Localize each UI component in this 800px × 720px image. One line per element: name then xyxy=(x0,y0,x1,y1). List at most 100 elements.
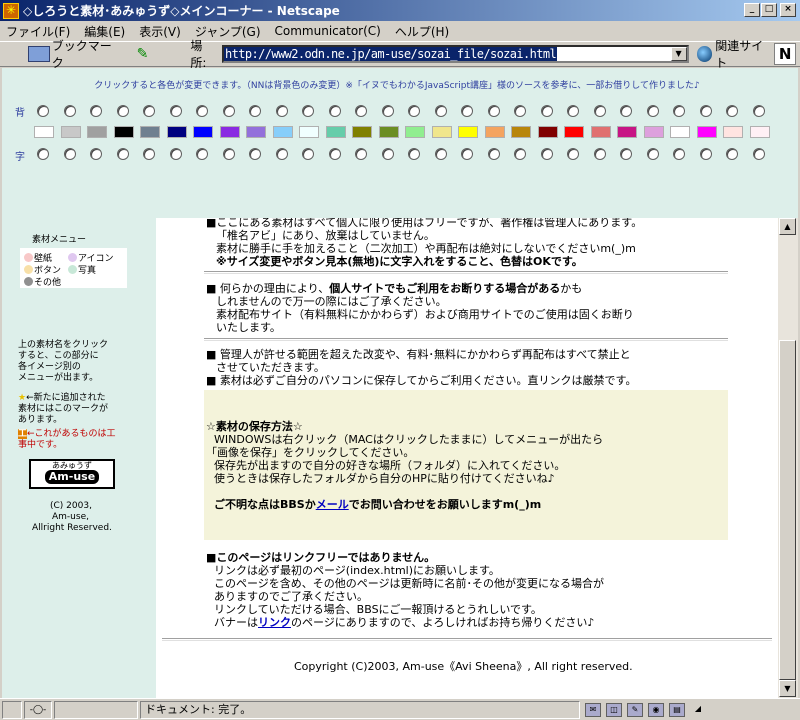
logo-small-text: あみゅうず xyxy=(52,461,92,470)
text-color-radio[interactable] xyxy=(169,148,182,160)
bg-color-radio[interactable] xyxy=(37,105,49,117)
text-color-radio[interactable] xyxy=(726,148,738,160)
bg-color-radio[interactable] xyxy=(90,105,102,117)
online-plug-icon[interactable]: -◯- xyxy=(24,700,52,719)
picker-note: クリックすると各色が変更できます。（NNは背景色のみ変更）※「イヌでもわかるJa… xyxy=(94,81,700,91)
bg-color-radio[interactable] xyxy=(355,105,367,117)
text-color-radio[interactable] xyxy=(37,148,49,160)
bg-color-radio[interactable] xyxy=(434,105,447,117)
bookmark-icon[interactable] xyxy=(28,46,50,62)
menu-view[interactable]: 表示(V) xyxy=(139,23,181,40)
wip-line-1: 工←これがあるものは工 xyxy=(18,429,116,439)
bookmarks-button[interactable]: ブックマーク xyxy=(52,37,123,71)
vertical-scrollbar[interactable]: ▲ ▼ xyxy=(778,218,798,698)
text-color-radio[interactable] xyxy=(646,148,659,160)
text-color-radio[interactable] xyxy=(328,148,341,160)
save-line-1: WINDOWSは右クリック（MACはクリックしたままに）してメニューが出たら xyxy=(214,433,604,446)
navigator-tray-icon[interactable]: ◉ xyxy=(648,702,664,717)
related-sites-button[interactable]: 関連サイト xyxy=(715,37,774,71)
bg-color-radio[interactable] xyxy=(752,105,765,117)
text-color-radio[interactable] xyxy=(116,148,129,160)
bg-color-radio[interactable] xyxy=(222,105,235,117)
notes-tray-icon[interactable]: ▤ xyxy=(669,702,685,717)
bg-color-radio[interactable] xyxy=(275,105,288,117)
menu-communicator[interactable]: Communicator(C) xyxy=(275,24,381,38)
url-input[interactable]: http://www2.odn.ne.jp/am-use/sozai_file/… xyxy=(221,45,689,63)
security-lock-icon[interactable] xyxy=(2,700,22,719)
am-use-logo[interactable]: あみゅうず Am-use xyxy=(29,459,115,489)
bg-color-radio[interactable] xyxy=(540,105,553,117)
url-dropdown-button[interactable]: ▼ xyxy=(670,47,687,61)
bg-color-radio[interactable] xyxy=(461,105,473,117)
text-color-radio[interactable] xyxy=(673,148,685,160)
text-color-radio[interactable] xyxy=(461,148,473,160)
menu-item-other[interactable]: その他 xyxy=(24,275,61,288)
color-swatch xyxy=(696,126,717,138)
text-color-radio[interactable] xyxy=(63,148,76,160)
bg-color-radio[interactable] xyxy=(646,105,659,117)
bg-color-radio[interactable] xyxy=(249,105,261,117)
text-color-radio[interactable] xyxy=(514,148,526,160)
text-color-radio[interactable] xyxy=(540,148,553,160)
news-tray-icon[interactable]: ◫ xyxy=(606,702,622,717)
save-instructions-box: ☆素材の保存方法☆ WINDOWSは右クリック（MACはクリックしたままに）して… xyxy=(204,390,728,540)
bg-color-radio[interactable] xyxy=(63,105,76,117)
bg-color-radio[interactable] xyxy=(514,105,526,117)
bg-color-radio[interactable] xyxy=(143,105,155,117)
text-color-radio[interactable] xyxy=(620,148,632,160)
menu-help[interactable]: ヘルプ(H) xyxy=(395,23,449,40)
bg-color-radio[interactable] xyxy=(169,105,182,117)
bg-color-radio[interactable] xyxy=(593,105,606,117)
mail-link[interactable]: メール xyxy=(316,498,349,511)
minimize-button[interactable]: _ xyxy=(744,3,760,17)
scroll-down-button[interactable]: ▼ xyxy=(779,680,796,697)
text-color-radio[interactable] xyxy=(699,148,712,160)
copyright-line-3: Allright Reserved. xyxy=(32,523,112,533)
location-pin-icon[interactable]: ✎ xyxy=(137,46,151,62)
text-color-radio[interactable] xyxy=(487,148,500,160)
resize-grip-icon[interactable]: ◢ xyxy=(690,703,706,717)
netscape-app-icon[interactable] xyxy=(3,2,19,19)
mail-tray-icon[interactable]: ✉ xyxy=(585,702,601,717)
text-color-radio[interactable] xyxy=(302,148,314,160)
maximize-button[interactable]: □ xyxy=(761,3,777,17)
color-swatch xyxy=(564,126,584,138)
menu-item-photo[interactable]: 写真 xyxy=(68,263,96,276)
bg-color-radio[interactable] xyxy=(328,105,341,117)
text-color-radio[interactable] xyxy=(567,148,579,160)
scroll-up-button[interactable]: ▲ xyxy=(779,218,796,235)
bg-color-radio[interactable] xyxy=(381,105,394,117)
text-color-radio[interactable] xyxy=(593,148,606,160)
netscape-logo[interactable]: N xyxy=(774,43,797,65)
bg-color-radio[interactable] xyxy=(196,105,208,117)
text-color-radio[interactable] xyxy=(381,148,394,160)
link-policy-line-5: バナーはリンクのページにありますので、よろしければお持ち帰りください♪ xyxy=(214,616,595,629)
globe-icon[interactable] xyxy=(696,46,713,62)
bg-color-radio[interactable] xyxy=(726,105,738,117)
link-page-link[interactable]: リンク xyxy=(258,616,291,629)
text-color-radio[interactable] xyxy=(434,148,447,160)
text-color-radio[interactable] xyxy=(222,148,235,160)
bg-color-radio[interactable] xyxy=(620,105,632,117)
bg-color-radio[interactable] xyxy=(408,105,420,117)
save-title: ☆素材の保存方法☆ xyxy=(206,420,303,433)
bg-color-radio[interactable] xyxy=(567,105,579,117)
bg-color-radio[interactable] xyxy=(116,105,129,117)
color-swatch xyxy=(511,126,531,138)
text-color-radio[interactable] xyxy=(408,148,420,160)
scroll-thumb[interactable] xyxy=(779,340,796,680)
close-button[interactable]: × xyxy=(780,3,796,17)
text-color-radio[interactable] xyxy=(249,148,261,160)
text-color-radio[interactable] xyxy=(752,148,765,160)
text-color-radio[interactable] xyxy=(90,148,102,160)
text-color-radio[interactable] xyxy=(355,148,367,160)
bg-color-radio[interactable] xyxy=(302,105,314,117)
bg-color-radio[interactable] xyxy=(699,105,712,117)
bg-color-radio[interactable] xyxy=(673,105,685,117)
text-color-radio[interactable] xyxy=(196,148,208,160)
bg-color-radio[interactable] xyxy=(487,105,500,117)
text-color-radio[interactable] xyxy=(143,148,155,160)
text-color-radio[interactable] xyxy=(275,148,288,160)
color-swatch xyxy=(34,126,54,138)
composer-tray-icon[interactable]: ✎ xyxy=(627,702,643,717)
